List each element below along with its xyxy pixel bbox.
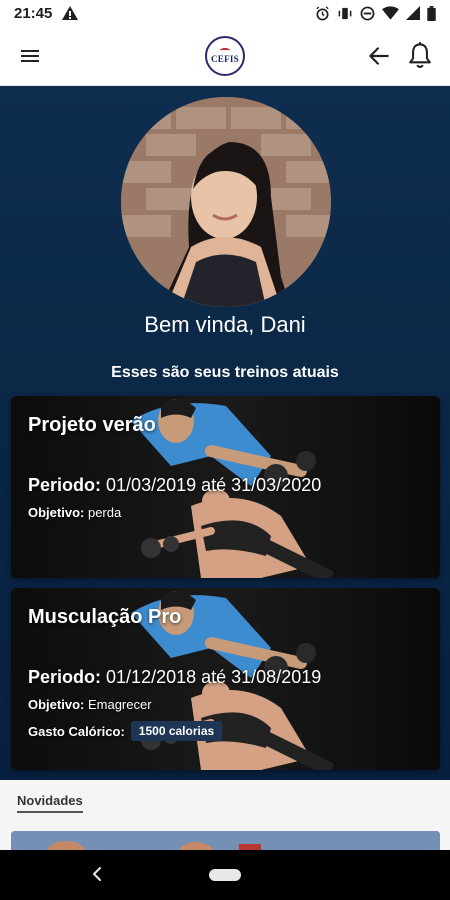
- menu-button[interactable]: [18, 44, 42, 68]
- bell-icon: [409, 42, 431, 68]
- dnd-icon: [360, 6, 375, 20]
- period-value: 01/12/2018 até 31/08/2019: [106, 667, 322, 687]
- objective-value: perda: [87, 505, 122, 520]
- calorie-badge: 1500 calorias: [130, 721, 223, 741]
- signal-icon: [406, 6, 420, 20]
- menu-icon: [21, 50, 39, 62]
- calorie-label: Gasto Calórico:: [28, 723, 125, 739]
- back-arrow-icon: [369, 47, 389, 65]
- objective-label: Objetivo:: [28, 697, 85, 712]
- system-home-button[interactable]: [209, 869, 241, 881]
- app-bar: CEFIS: [0, 26, 450, 86]
- news-section: Novidades: [0, 780, 450, 850]
- chevron-left-icon: [93, 867, 101, 881]
- welcome-heading: Bem vinda, Dani: [144, 312, 306, 337]
- workout-card[interactable]: Projeto verão Periodo: 01/03/2019 até 31…: [11, 396, 440, 578]
- logo-mark: [220, 48, 230, 53]
- status-time: 21:45: [14, 4, 53, 22]
- vibrate-icon: [338, 7, 352, 19]
- wifi-icon: [382, 6, 399, 20]
- workout-title: Projeto verão: [28, 414, 156, 436]
- logo-text: CEFIS: [210, 54, 239, 64]
- back-button[interactable]: [366, 43, 392, 69]
- workouts-subtitle: Esses são seus treinos atuais: [111, 364, 339, 381]
- battery-icon: [427, 5, 436, 21]
- workout-calories: Gasto Calórico: 1500 calorias: [28, 721, 223, 741]
- period-label: Periodo:: [28, 475, 102, 495]
- workout-objective: Objetivo: Emagrecer: [28, 697, 152, 712]
- profile-avatar[interactable]: [121, 97, 331, 307]
- warning-icon: [62, 6, 79, 20]
- period-label: Periodo:: [28, 667, 102, 687]
- workout-period: Periodo: 01/03/2019 até 31/03/2020: [28, 475, 321, 496]
- notifications-button[interactable]: [406, 41, 434, 71]
- workout-period: Periodo: 01/12/2018 até 31/08/2019: [28, 667, 321, 688]
- status-bar: 21:45: [0, 0, 450, 26]
- app-logo: CEFIS: [205, 36, 245, 76]
- objective-value: Emagrecer: [87, 697, 152, 712]
- alarm-icon: [316, 5, 329, 20]
- objective-label: Objetivo:: [28, 505, 85, 520]
- workout-title: Musculação Pro: [28, 606, 182, 628]
- workout-objective: Objetivo: perda: [28, 505, 121, 520]
- news-tab[interactable]: Novidades: [17, 793, 83, 813]
- workout-card[interactable]: Musculação Pro Periodo: 01/12/2018 até 3…: [11, 588, 440, 770]
- system-back-button[interactable]: [86, 863, 108, 885]
- news-card[interactable]: [11, 831, 440, 850]
- news-card-image: [11, 831, 440, 850]
- system-nav-bar: [0, 850, 450, 900]
- period-value: 01/03/2019 até 31/03/2020: [106, 475, 322, 495]
- hero-panel: Bem vinda, Dani Esses são seus treinos a…: [0, 86, 450, 780]
